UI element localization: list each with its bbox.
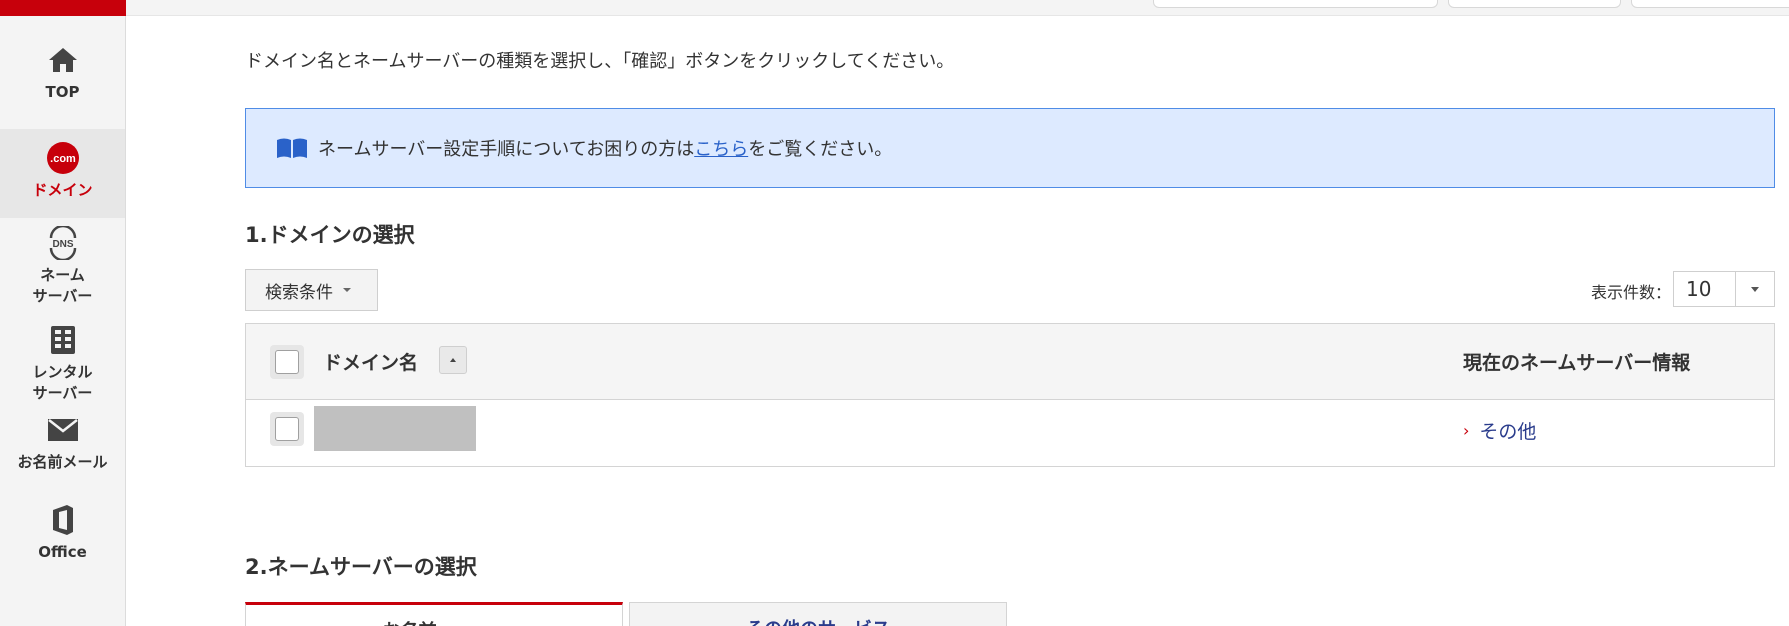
header-button-1[interactable] <box>1153 0 1438 8</box>
sidebar-item-label-line1: ネーム <box>40 266 85 284</box>
sidebar-item-top[interactable]: TOP <box>0 42 125 103</box>
redacted-domain-name <box>314 406 476 451</box>
chevron-right-icon: › <box>1463 421 1470 440</box>
sidebar-item-label: Office <box>38 543 87 561</box>
select-all-checkbox[interactable] <box>270 345 304 379</box>
mail-icon <box>45 412 81 448</box>
nameserver-info-text: その他 <box>1479 421 1537 443</box>
tab-other-service[interactable]: その他のサービス <box>629 602 1007 626</box>
sidebar-item-label: ドメイン <box>32 181 93 199</box>
nameserver-info-link[interactable]: › その他 <box>1463 417 1536 444</box>
sort-ascending-button[interactable] <box>439 346 467 374</box>
tab-onamae[interactable]: お名前.com <box>245 602 623 626</box>
domain-table: ドメイン名 現在のネームサーバー情報 › その他 <box>245 323 1775 467</box>
notice-text-after: をご覧ください。 <box>748 139 893 160</box>
sidebar-nav: TOP .com ドメイン DNS ネーム サーバー レンタル サーバー お名前… <box>0 16 126 626</box>
table-row: › その他 <box>246 400 1774 466</box>
home-icon <box>45 42 81 78</box>
dns-icon: DNS <box>45 225 81 261</box>
display-count-value: 10 <box>1686 277 1712 301</box>
sidebar-item-label: お名前メール <box>17 453 108 471</box>
dropdown-arrow-icon <box>1734 272 1774 306</box>
sidebar-item-nameserver[interactable]: DNS ネーム サーバー <box>0 225 125 307</box>
column-header-domain: ドメイン名 <box>323 352 419 374</box>
svg-text:.com: .com <box>50 153 76 165</box>
notice-help-link[interactable]: こちら <box>694 135 748 161</box>
display-count-label: 表示件数： <box>1591 283 1672 302</box>
book-icon <box>277 138 307 158</box>
top-header-strip <box>126 0 1789 16</box>
sidebar-item-label-line2: サーバー <box>32 287 93 305</box>
section-title-nameserver-select: 2.ネームサーバーの選択 <box>245 555 477 579</box>
server-icon <box>45 322 81 358</box>
dotcom-icon: .com <box>45 140 81 176</box>
notice-text-before: ネームサーバー設定手順についてお困りの方は <box>318 139 695 160</box>
header-button-2[interactable] <box>1448 0 1621 8</box>
sidebar-item-mail[interactable]: お名前メール <box>0 412 125 473</box>
section-title-domain-select: 1.ドメインの選択 <box>245 223 415 247</box>
sidebar-item-label-line1: レンタル <box>32 363 93 381</box>
svg-text:DNS: DNS <box>52 239 73 250</box>
sidebar-item-label-line2: サーバー <box>32 384 93 402</box>
display-count-select[interactable]: 10 <box>1673 271 1775 307</box>
help-notice: ネームサーバー設定手順についてお困りの方は こちら をご覧ください。 <box>245 108 1775 188</box>
sidebar-item-domain[interactable]: .com ドメイン <box>0 129 125 218</box>
office-icon <box>45 502 81 538</box>
column-header-nameserver: 現在のネームサーバー情報 <box>1463 352 1691 374</box>
header-button-3[interactable] <box>1631 0 1789 8</box>
search-conditions-button[interactable]: 検索条件 <box>245 269 378 311</box>
table-header: ドメイン名 現在のネームサーバー情報 <box>246 324 1774 400</box>
sort-up-icon <box>450 358 456 362</box>
search-conditions-label: 検索条件 <box>265 282 333 303</box>
instructions-text: ドメイン名とネームサーバーの種類を選択し、「確認」ボタンをクリックしてください。 <box>245 51 955 72</box>
sidebar-item-rental-server[interactable]: レンタル サーバー <box>0 322 125 404</box>
sidebar-item-label: TOP <box>45 83 80 101</box>
brand-logo-bar <box>0 0 126 16</box>
row-checkbox[interactable] <box>270 412 304 446</box>
caret-down-icon <box>343 288 351 292</box>
sidebar-item-office[interactable]: Office <box>0 502 125 563</box>
